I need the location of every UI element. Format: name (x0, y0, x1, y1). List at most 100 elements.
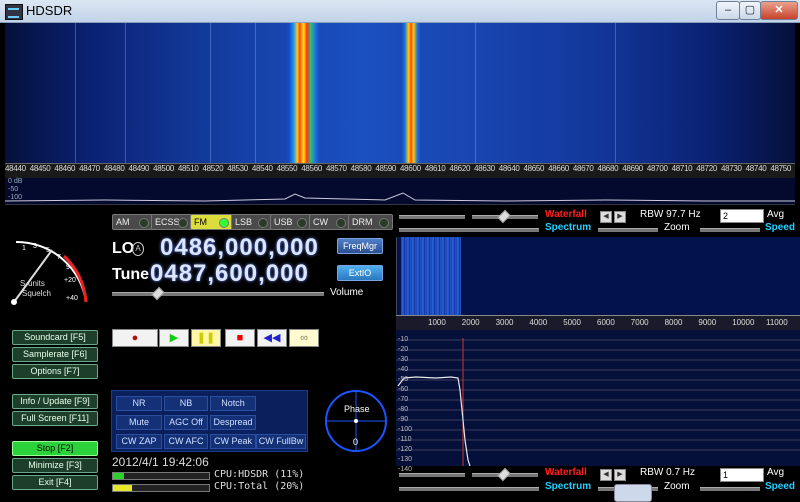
af-axis-tick: 1000 (428, 318, 446, 327)
minimize-window-button[interactable]: – (716, 1, 740, 20)
exit-button[interactable]: Exit [F4] (12, 475, 98, 490)
af-avg-select[interactable]: 1 (720, 468, 764, 482)
lo-frequency-display[interactable]: 0486,000,000 (160, 234, 319, 262)
mode-ecss-label: ECSS (155, 217, 180, 227)
cw-fullbw-button[interactable]: CW FullBw (256, 434, 306, 449)
mode-drm-button[interactable]: DRM (348, 214, 393, 230)
af-spectrum-trace (396, 338, 800, 466)
zoom-search-icon[interactable] (614, 484, 652, 502)
cpu-hdsdr-fill (113, 473, 124, 479)
rf-spectrum-slider[interactable] (399, 228, 539, 232)
volume-slider[interactable] (112, 292, 324, 296)
title-bar (0, 0, 800, 23)
tune-label: Tune (112, 266, 150, 283)
rf-waterfall-slider-thumb[interactable] (497, 209, 511, 224)
af-waterfall-slider-thumb[interactable] (497, 467, 511, 482)
options-button[interactable]: Options [F7] (12, 364, 98, 379)
mute-button[interactable]: Mute (116, 415, 162, 430)
smeter-scale-2: 5 (46, 247, 50, 254)
mode-cw-button[interactable]: CW (309, 214, 350, 230)
mode-usb-button[interactable]: USB (270, 214, 311, 230)
cw-peak-button[interactable]: CW Peak (210, 434, 256, 449)
cpu-hdsdr-bar (112, 472, 210, 480)
mode-am-button[interactable]: AM (112, 214, 153, 230)
nb-button[interactable]: NB (164, 396, 208, 411)
rf-scale-tick: 48710 (671, 164, 693, 173)
af-db-tick: -130 (398, 456, 413, 463)
rf-scale-tick: 48460 (54, 164, 76, 173)
samplerate-button[interactable]: Samplerate [F6] (12, 347, 98, 362)
freqmgr-button[interactable]: FreqMgr (337, 238, 383, 254)
rf-scale-tick: 48590 (375, 164, 397, 173)
af-db-tick: -40 (398, 366, 409, 373)
rf-scale-tick: 48640 (498, 164, 520, 173)
extio-button[interactable]: ExtIO (337, 265, 383, 281)
rf-scale-tick: 48570 (325, 164, 347, 173)
cw-afc-button[interactable]: CW AFC (164, 434, 208, 449)
rewind-button[interactable]: ◀◀ (257, 329, 287, 347)
af-waterfall-slider-1[interactable] (399, 473, 465, 477)
rf-scale-tick: 48450 (29, 164, 51, 173)
smeter-scale-4: 9 (66, 264, 70, 271)
rf-scale-tick: 48670 (572, 164, 594, 173)
pause-button[interactable]: ❚❚ (191, 329, 221, 347)
af-avg-label: Avg (767, 467, 785, 478)
smeter-scale-1: 3 (33, 243, 37, 250)
loop-button[interactable]: ∞ (289, 329, 319, 347)
rf-scale-tick: 48660 (548, 164, 569, 173)
rf-rbw-label: RBW 97.7 Hz (640, 209, 701, 220)
af-axis-tick: 5000 (563, 318, 581, 327)
rf-waterfall[interactable] (5, 23, 795, 163)
rf-scale-tick: 48610 (424, 164, 446, 173)
cpu-total-bar (112, 484, 210, 492)
cw-zap-button[interactable]: CW ZAP (116, 434, 162, 449)
soundcard-button[interactable]: Soundcard [F5] (12, 330, 98, 345)
notch-button[interactable]: Notch (210, 396, 256, 411)
af-prev-button[interactable]: ◀ (600, 469, 612, 481)
af-db-tick: -50 (398, 376, 409, 383)
nr-button[interactable]: NR (116, 396, 162, 411)
record-button[interactable]: ● (112, 329, 158, 347)
mode-drm-label: DRM (352, 217, 373, 227)
rf-avg-select[interactable]: 2 (720, 209, 764, 223)
lo-label: LO (112, 240, 135, 257)
rf-scale-tick: 48470 (79, 164, 100, 173)
af-spectrum-slider[interactable] (399, 487, 539, 491)
rf-waterfall-slider-1[interactable] (399, 215, 465, 219)
af-next-button[interactable]: ▶ (614, 469, 626, 481)
af-zoom-slider-right[interactable] (700, 487, 760, 491)
cpu-total-fill (113, 485, 133, 491)
rf-zoom-slider-left[interactable] (598, 228, 658, 232)
af-axis-tick: 3000 (495, 318, 514, 327)
tune-frequency-display[interactable]: 0487,600,000 (150, 260, 309, 288)
mode-usb-label: USB (274, 217, 293, 227)
volume-slider-thumb[interactable] (151, 286, 165, 301)
play-button[interactable]: ▶ (159, 329, 189, 347)
full-screen-button[interactable]: Full Screen [F11] (12, 411, 98, 426)
close-window-button[interactable]: ✕ (760, 1, 798, 20)
stop-button[interactable]: Stop [F2] (12, 441, 98, 456)
af-db-tick: -100 (398, 426, 413, 433)
agc-off-button[interactable]: AGC Off (164, 415, 208, 430)
mode-lsb-button[interactable]: LSB (231, 214, 272, 230)
mode-drm-led (379, 218, 389, 228)
af-spectrum-label: Spectrum (545, 481, 592, 492)
lo-a-badge[interactable]: A (132, 242, 144, 256)
maximize-window-button[interactable]: ▢ (739, 1, 761, 20)
info-update-button[interactable]: Info / Update [F9] (12, 394, 98, 409)
af-axis-tick: 7000 (630, 318, 649, 327)
stop-playback-button[interactable]: ■ (225, 329, 255, 347)
rf-scale-tick: 48750 (770, 164, 792, 173)
mode-fm-button[interactable]: FM (190, 214, 233, 230)
rf-scale-tick: 48510 (177, 164, 199, 173)
rf-prev-button[interactable]: ◀ (600, 211, 612, 223)
mode-ecss-button[interactable]: ECSS (151, 214, 192, 230)
rf-frequency-scale[interactable]: 48440 48450 48460 48470 48480 48490 48500 48510… (5, 163, 795, 179)
minimize-button[interactable]: Minimize [F3] (12, 458, 98, 473)
squelch-label[interactable]: Squelch (22, 289, 51, 298)
rf-zoom-slider-right[interactable] (700, 228, 760, 232)
rf-scale-tick: 48520 (202, 164, 224, 173)
rf-scale-tick: 48580 (350, 164, 372, 173)
rf-next-button[interactable]: ▶ (614, 211, 626, 223)
despread-button[interactable]: Despread (210, 415, 256, 430)
